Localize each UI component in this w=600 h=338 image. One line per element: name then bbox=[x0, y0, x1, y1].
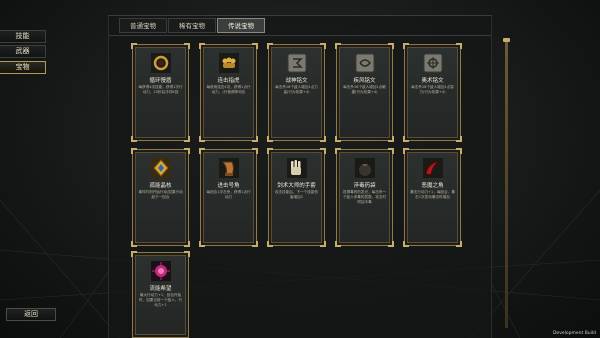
treasure-card-swordmaster-gloves[interactable]: 剑术大师的手套 攻击技能后，下一个技能伤害增加2 bbox=[267, 148, 326, 247]
card-description: 每获得4次技能，获得1次行动力，10秒后冷却4回 bbox=[138, 85, 183, 94]
treasure-card-war-god-inscription[interactable]: 战神铭文 每击杀18个敌人增加1点力量(行为效果+4) bbox=[267, 43, 326, 142]
tab-rare-treasures[interactable]: 稀有宝物 bbox=[168, 18, 216, 33]
card-description: 攻击技能后，下一个技能伤害增加2 bbox=[274, 190, 319, 199]
card-name: 淬毒药袋 bbox=[353, 183, 376, 189]
treasure-card-combo-knuckles[interactable]: 连击指虎 每使用连击4次，获得1点行动力，(行使频率5回) bbox=[199, 43, 258, 142]
treasure-card-energy-crystal[interactable]: 孤能晶核 事件时刻开始行动/如果行动起于一回合 bbox=[131, 148, 190, 247]
demon-horn-icon bbox=[423, 158, 443, 178]
pouch-icon bbox=[355, 158, 375, 178]
card-description: 每击杀18个敌人增加1点智力(行为效果+4) bbox=[411, 85, 454, 94]
development-build-label: Development Build bbox=[552, 331, 596, 336]
tab-bar: 普通宝物 稀有宝物 传说宝物 bbox=[119, 18, 266, 33]
card-description: 每回合1次击杀，获得1点行动力 bbox=[206, 190, 251, 199]
crystal-icon bbox=[151, 158, 171, 178]
treasure-card-demon-horn[interactable]: 恶魔之角 暴击行动力+1，每回合，暴击1次发动暴击时增加 bbox=[403, 148, 462, 247]
card-description: 暴击行动力+1，每回合，暴击1次发动暴击时增加 bbox=[410, 190, 455, 199]
horn-icon bbox=[219, 158, 239, 178]
knuckle-icon bbox=[219, 53, 239, 73]
back-button[interactable]: 返回 bbox=[6, 308, 56, 321]
treasure-card-gale-inscription[interactable]: 疾风铭文 每击杀18个敌人增加1点敏捷(行为效果+4) bbox=[335, 43, 394, 142]
rune-tablet-icon bbox=[355, 53, 375, 73]
card-name: 孤能晶核 bbox=[149, 183, 172, 189]
tab-common-treasures[interactable]: 普通宝物 bbox=[119, 18, 167, 33]
sidebar-item-skills[interactable]: 技能 bbox=[0, 30, 46, 43]
card-name: 连击指虎 bbox=[217, 78, 240, 84]
card-name: 流能希望 bbox=[149, 286, 172, 292]
treasure-card-cycle-shield[interactable]: 循环慢盾 每获得4次技能，获得1次行动力，10秒后冷却4回 bbox=[131, 43, 190, 142]
card-name: 疾风铭文 bbox=[353, 78, 376, 84]
sidebar-item-treasures[interactable]: 宝物 bbox=[0, 61, 46, 74]
orb-icon bbox=[151, 261, 171, 281]
treasure-card-poison-pouch[interactable]: 淬毒药袋 投掷毒药的发光，每击杀一个敌人来毒的层数，攻击时附加中毒 bbox=[335, 148, 394, 247]
card-name: 进击号角 bbox=[217, 183, 240, 189]
scrollbar-handle[interactable] bbox=[503, 38, 510, 42]
card-description: 每击杀18个敌人增加1点敏捷(行为效果+4) bbox=[343, 85, 386, 94]
sidebar-item-weapons[interactable]: 武器 bbox=[0, 45, 46, 58]
treasure-card-charge-horn[interactable]: 进击号角 每回合1次击杀，获得1点行动力 bbox=[199, 148, 258, 247]
card-name: 奥术铭文 bbox=[421, 78, 444, 84]
tab-legendary-treasures[interactable]: 传说宝物 bbox=[217, 18, 265, 33]
treasure-card-flowing-hope[interactable]: 流能希望 最大行动力+1，回合开始时，如果当前一个敌人，行动力+1 bbox=[131, 251, 190, 338]
treasure-card-arcane-inscription[interactable]: 奥术铭文 每击杀18个敌人增加1点智力(行为效果+4) bbox=[403, 43, 462, 142]
card-description: 最大行动力+1，回合开始时，如果当前一个敌人，行动力+1 bbox=[138, 293, 183, 307]
card-description: 事件时刻开始行动/如果行动起于一回合 bbox=[138, 190, 183, 199]
tab-divider bbox=[109, 35, 491, 36]
card-name: 战神铭文 bbox=[285, 78, 308, 84]
card-name: 恶魔之角 bbox=[421, 183, 444, 189]
scrollbar-track[interactable] bbox=[505, 38, 508, 328]
rune-tablet-icon bbox=[287, 53, 307, 73]
card-description: 每击杀18个敌人增加1点力量(行为效果+4) bbox=[275, 85, 318, 94]
gauntlet-icon bbox=[287, 158, 307, 178]
ring-icon bbox=[151, 53, 171, 73]
card-name: 剑术大师的手套 bbox=[277, 183, 316, 189]
rune-tablet-icon bbox=[423, 53, 443, 73]
card-name: 循环慢盾 bbox=[149, 78, 172, 84]
card-description: 每使用连击4次，获得1点行动力，(行使频率5回) bbox=[206, 85, 251, 94]
card-description: 投掷毒药的发光，每击杀一个敌人来毒的层数，攻击时附加中毒 bbox=[342, 190, 387, 204]
